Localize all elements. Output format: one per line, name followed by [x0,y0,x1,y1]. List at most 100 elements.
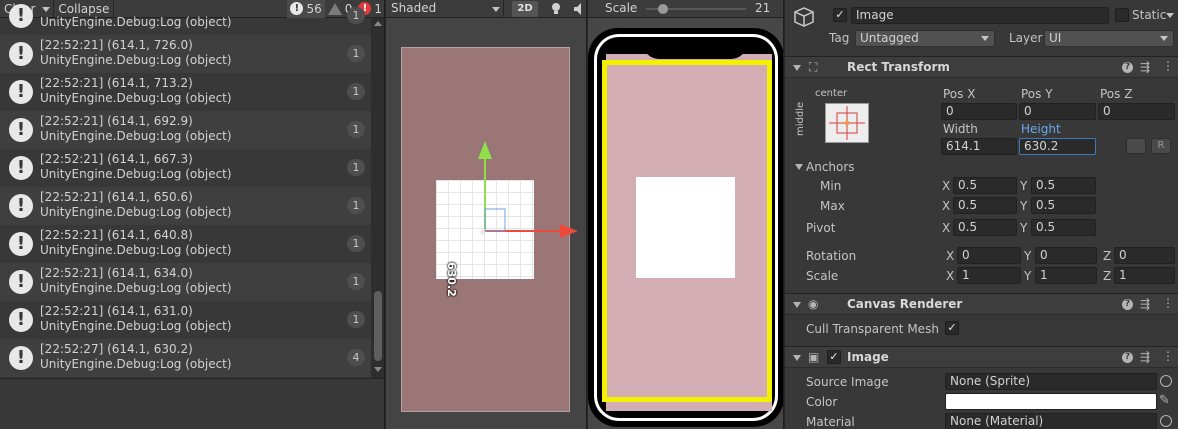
log-entry[interactable]: ! [22:52:21] (614.1, 634.0) UnityEngine.… [0,263,371,301]
log-entry[interactable]: ! [22:52:27] (614.1, 630.2) UnityEngine.… [0,339,371,377]
material-field[interactable]: None (Material) [945,413,1157,429]
height-field[interactable]: 630.2 [1019,138,1096,155]
log-list: ! UnityEngine.Debug:Log (object) 1 ! [22… [0,4,371,378]
pos-z-field[interactable]: 0 [1098,103,1175,120]
svg-text:✳: ✳ [478,226,487,239]
source-image-field[interactable]: None (Sprite) [945,373,1157,390]
cull-transparent-mesh-checkbox[interactable]: ✓ [945,321,959,335]
scene-view[interactable]: Shaded 2D ✳ 630.2 [386,0,587,429]
layer-label: Layer [1009,31,1043,45]
image-enabled-checkbox[interactable]: ✓ [827,350,841,364]
presets-icon[interactable]: ⇶ [1140,297,1150,311]
color-swatch[interactable] [945,393,1157,410]
shading-mode-dropdown[interactable]: Shaded [386,0,504,18]
blueprint-mode-button[interactable] [1126,138,1146,154]
help-icon[interactable]: ? [1122,352,1133,363]
info-icon: ! [9,346,33,370]
collapse-count-badge: 1 [347,273,365,290]
chevron-down-icon [1160,36,1168,41]
foldout-arrow-icon[interactable] [793,65,801,71]
more-options-icon[interactable]: ⋮ [1162,349,1174,363]
scroll-up-icon[interactable] [374,21,382,26]
game-view[interactable]: Scale 21 [588,0,784,429]
more-options-icon[interactable]: ⋮ [1162,59,1174,73]
anchor-min-y-field[interactable]: 0.5 [1031,177,1096,194]
collapse-count-badge: 1 [347,235,365,252]
collapse-count-badge: 1 [347,159,365,176]
chevron-down-icon[interactable] [1166,13,1174,18]
log-entry[interactable]: ! [22:52:21] (614.1, 692.9) UnityEngine.… [0,111,371,149]
anchors-label[interactable]: Anchors [806,160,855,174]
move-gizmo[interactable]: ✳ [468,135,583,250]
pos-x-field[interactable]: 0 [941,103,1017,120]
pos-y-field[interactable]: 0 [1019,103,1096,120]
scale-z-field[interactable]: 1 [1114,267,1175,284]
info-icon: ! [9,156,33,180]
anchors-foldout-icon[interactable] [795,164,803,170]
foldout-arrow-icon[interactable] [793,302,801,308]
lighting-toggle-icon[interactable] [551,2,561,15]
image-icon: ▣ [808,350,820,364]
static-checkbox[interactable] [1115,8,1129,22]
active-checkbox[interactable]: ✓ [833,8,847,22]
object-picker-icon[interactable] [1160,375,1172,387]
eye-icon: ◉ [808,297,819,311]
console-scrollbar[interactable] [371,18,384,378]
log-entry[interactable]: ! UnityEngine.Debug:Log (object) 1 [0,0,371,35]
scroll-down-icon[interactable] [374,367,382,372]
image-component-header[interactable]: ▣ ✓ Image ? ⇶ ⋮ [785,346,1178,368]
canvas-renderer-header[interactable]: ◉ Canvas Renderer ? ⇶ ⋮ [785,293,1178,315]
rotation-x-field[interactable]: 0 [957,247,1021,264]
help-icon[interactable]: ? [1122,62,1133,73]
help-icon[interactable]: ? [1122,299,1133,310]
static-label[interactable]: Static [1132,8,1166,22]
foldout-arrow-icon[interactable] [793,355,801,361]
width-field[interactable]: 614.1 [941,138,1017,155]
log-entry[interactable]: ! [22:52:21] (614.1, 713.2) UnityEngine.… [0,73,371,111]
log-entry[interactable]: ! [22:52:21] (614.1, 650.6) UnityEngine.… [0,187,371,225]
tag-label: Tag [829,31,850,45]
scale-slider[interactable] [646,4,746,14]
pivot-y-field[interactable]: 0.5 [1031,219,1096,236]
rect-transform-header[interactable]: ⛶ Rect Transform ? ⇶ ⋮ [785,56,1178,78]
info-icon: ! [9,270,33,294]
log-entry[interactable]: ! [22:52:21] (614.1, 631.0) UnityEngine.… [0,301,371,339]
collapse-count-badge: 1 [347,121,365,138]
more-options-icon[interactable]: ⋮ [1162,296,1174,310]
x-axis-arrow-icon [560,224,578,238]
object-picker-icon[interactable] [1160,415,1172,427]
collapse-count-badge: 1 [347,311,365,328]
2d-toggle-button[interactable]: 2D [512,1,538,17]
info-icon: ! [9,80,33,104]
rect-transform-icon: ⛶ [809,60,818,74]
log-entry[interactable]: ! [22:52:21] (614.1, 726.0) UnityEngine.… [0,35,371,73]
rotation-z-field[interactable]: 0 [1114,247,1175,264]
anchor-min-x-field[interactable]: 0.5 [953,177,1017,194]
cull-transparent-mesh-label: Cull Transparent Mesh [806,322,939,336]
pivot-x-field[interactable]: 0.5 [953,219,1017,236]
audio-toggle-icon[interactable] [573,2,585,16]
anchor-max-x-field[interactable]: 0.5 [953,197,1017,214]
raw-edit-button[interactable]: R [1151,138,1171,154]
eyedropper-icon[interactable]: ✎ [1159,393,1170,408]
info-icon: ! [9,4,33,28]
scale-x-field[interactable]: 1 [957,267,1021,284]
scrollbar-thumb[interactable] [374,291,382,361]
object-name-field[interactable]: Image [851,7,1109,24]
tag-dropdown[interactable]: Untagged [855,30,995,47]
device-notch [643,37,747,59]
log-entry[interactable]: ! [22:52:21] (614.1, 667.3) UnityEngine.… [0,149,371,187]
slider-handle[interactable] [658,4,668,14]
info-icon: ! [9,118,33,142]
log-entry[interactable]: ! [22:52:21] (614.1, 640.8) UnityEngine.… [0,225,371,263]
anchor-presets-button[interactable] [825,103,869,143]
presets-icon[interactable]: ⇶ [1140,350,1150,364]
layer-dropdown[interactable]: UI [1044,30,1174,47]
game-image-object [636,177,735,278]
scale-y-field[interactable]: 1 [1035,267,1097,284]
presets-icon[interactable]: ⇶ [1140,60,1150,74]
rotation-y-field[interactable]: 0 [1035,247,1097,264]
gizmo-height-label: 630.2 [445,262,458,297]
anchor-max-y-field[interactable]: 0.5 [1031,197,1096,214]
console-detail-area [0,378,384,429]
